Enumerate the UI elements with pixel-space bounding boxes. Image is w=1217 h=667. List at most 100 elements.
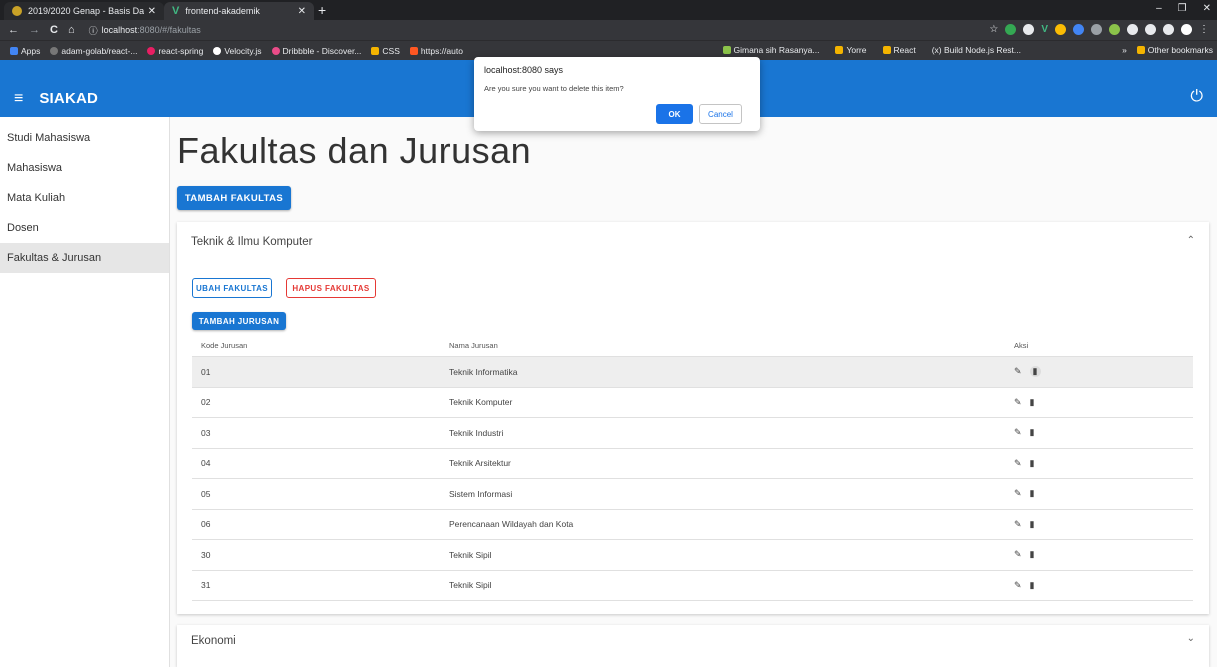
bookmark-item[interactable]: Velocity.js [213, 46, 262, 56]
faculty-name: Ekonomi [191, 634, 236, 647]
bookmark-item[interactable]: react-spring [147, 46, 203, 56]
delete-trash-icon[interactable]: ▮ [1029, 366, 1041, 378]
extension-icon[interactable] [1073, 24, 1084, 35]
sidebar-item-studi-mahasiswa[interactable]: Studi Mahasiswa [0, 123, 169, 153]
delete-trash-icon[interactable]: ▮ [1030, 549, 1035, 560]
table-header: Kode Jurusan Nama Jurusan Aksi [192, 334, 1193, 357]
new-tab-button[interactable]: + [318, 2, 326, 18]
extension-icon[interactable] [1055, 24, 1066, 35]
reload-icon[interactable]: C [50, 24, 58, 36]
star-icon[interactable]: ☆ [989, 24, 998, 35]
major-name: Sistem Informasi [449, 488, 513, 499]
column-header-name[interactable]: Nama Jurusan [449, 341, 1014, 350]
power-icon[interactable]: ⏻ [1190, 88, 1203, 106]
other-bookmarks-group: » Other bookmarks [1122, 45, 1213, 55]
extension-icon[interactable] [1109, 24, 1120, 35]
edit-pencil-icon[interactable]: ✎ [1014, 458, 1022, 469]
back-icon[interactable]: ← [8, 24, 19, 36]
puzzle-icon[interactable] [1163, 24, 1174, 35]
hamburger-menu-icon[interactable]: ≡ [14, 90, 23, 108]
bookmark-label: Gimana sih Rasanya... [733, 45, 820, 55]
add-major-button[interactable]: TAMBAH JURUSAN [192, 312, 286, 330]
url-field[interactable]: ⓘ localhost:8080/#/fakultas [89, 24, 201, 37]
bookmark-label: (x) Build Node.js Rest... [931, 45, 1021, 55]
bookmark-site-icon [722, 46, 731, 54]
extension-icon[interactable] [1023, 24, 1035, 35]
extension-icons: ☆ V ⋮ [989, 24, 1209, 35]
close-tab-icon[interactable]: ✕ [148, 6, 156, 17]
edit-pencil-icon[interactable]: ✎ [1014, 397, 1022, 408]
bookmark-item[interactable]: adam-golab/react-... [50, 46, 137, 56]
bookmark-item[interactable]: https://auto [409, 45, 463, 56]
extension-icon[interactable] [1091, 24, 1102, 35]
delete-trash-icon[interactable]: ▮ [1030, 488, 1035, 499]
bookmark-item[interactable]: Dribbble - Discover... [271, 45, 362, 56]
other-bookmarks-folder[interactable]: Other bookmarks [1136, 45, 1213, 55]
close-window-icon[interactable]: ✕ [1203, 3, 1211, 14]
sidebar-item-mahasiswa[interactable]: Mahasiswa [0, 153, 169, 183]
forward-icon[interactable]: → [29, 24, 40, 36]
add-faculty-button[interactable]: TAMBAH FAKULTAS [177, 186, 291, 210]
chevron-up-icon[interactable]: ⌃ [1187, 235, 1195, 246]
minimize-icon[interactable]: – [1156, 3, 1162, 14]
maximize-icon[interactable]: ❐ [1178, 3, 1187, 14]
ok-button[interactable]: OK [656, 104, 693, 124]
info-icon[interactable]: ⓘ [89, 24, 98, 37]
edit-pencil-icon[interactable]: ✎ [1014, 549, 1022, 560]
folder-icon [835, 46, 844, 54]
faculty-panel-header[interactable]: Teknik & Ilmu Komputer ⌃ [177, 222, 1209, 262]
close-tab-icon[interactable]: ✕ [298, 6, 306, 17]
sidebar-item-mata-kuliah[interactable]: Mata Kuliah [0, 183, 169, 213]
edit-pencil-icon[interactable]: ✎ [1014, 519, 1022, 530]
sidebar-item-dosen[interactable]: Dosen [0, 213, 169, 243]
bookmark-folder[interactable]: Yorre [835, 45, 867, 55]
folder-icon [882, 46, 891, 54]
cancel-button[interactable]: Cancel [699, 104, 742, 124]
major-code: 31 [201, 580, 211, 591]
more-menu-icon[interactable]: ⋮ [1199, 24, 1209, 35]
delete-trash-icon[interactable]: ▮ [1030, 458, 1035, 469]
extension-icon[interactable] [1005, 24, 1017, 35]
table-row: 01 Teknik Informatika ✎ ▮ [192, 357, 1193, 388]
dialog-title: localhost:8080 says [484, 65, 564, 75]
edit-faculty-button[interactable]: UBAH FAKULTAS [192, 278, 272, 298]
home-icon[interactable]: ⌂ [68, 24, 75, 36]
table-row: 05 Sistem Informasi ✎ ▮ [192, 479, 1193, 510]
edit-pencil-icon[interactable]: ✎ [1014, 427, 1022, 438]
delete-trash-icon[interactable]: ▮ [1030, 580, 1035, 591]
edit-pencil-icon[interactable]: ✎ [1014, 366, 1022, 377]
bookmark-item[interactable]: Gimana sih Rasanya... [722, 45, 820, 55]
bookmark-apps[interactable]: Apps [10, 46, 40, 56]
browser-tab-basis-data[interactable]: 2019/2020 Genap - Basis Data 2 ✕ [4, 2, 164, 20]
delete-trash-icon[interactable]: ▮ [1030, 427, 1035, 438]
delete-trash-icon[interactable]: ▮ [1030, 397, 1035, 408]
delete-trash-icon[interactable]: ▮ [1030, 519, 1035, 530]
profile-avatar[interactable] [1181, 24, 1192, 35]
bookmark-folder[interactable]: React [882, 45, 916, 55]
major-code: 01 [201, 366, 211, 377]
bookmark-item[interactable]: (x) Build Node.js Rest... [932, 45, 1021, 55]
faculty-panel: Teknik & Ilmu Komputer ⌃ UBAH FAKULTAS H… [177, 222, 1209, 614]
edit-pencil-icon[interactable]: ✎ [1014, 580, 1022, 591]
address-bar: ← → C ⌂ ⓘ localhost:8080/#/fakultas ☆ V … [0, 20, 1217, 40]
bookmark-folder[interactable]: CSS [371, 46, 400, 56]
extension-icon[interactable] [1145, 24, 1156, 35]
column-header-code[interactable]: Kode Jurusan [192, 341, 449, 350]
vue-devtools-icon[interactable]: V [1041, 24, 1048, 35]
faculty-panel-header[interactable]: Ekonomi ⌄ [177, 625, 1209, 656]
delete-faculty-button[interactable]: HAPUS FAKULTAS [286, 278, 376, 298]
browser-tab-frontend-akademik[interactable]: V frontend-akademik ✕ [164, 2, 314, 20]
table-row: 03 Teknik Industri ✎ ▮ [192, 418, 1193, 449]
tab-title: frontend-akademik [185, 6, 260, 16]
more-bookmarks-button[interactable]: » [1122, 45, 1127, 55]
extension-icon[interactable] [1127, 24, 1138, 35]
react-spring-icon [147, 46, 156, 55]
chevron-down-icon[interactable]: ⌄ [1187, 633, 1195, 644]
major-name: Teknik Sipil [449, 549, 492, 560]
bookmark-label: Dribbble - Discover... [282, 45, 362, 56]
bookmark-label: https://auto [420, 45, 463, 56]
sidebar-item-fakultas-jurusan[interactable]: Fakultas & Jurusan [0, 243, 169, 273]
major-code: 04 [201, 458, 211, 469]
edit-pencil-icon[interactable]: ✎ [1014, 488, 1022, 499]
major-code: 03 [201, 427, 211, 438]
